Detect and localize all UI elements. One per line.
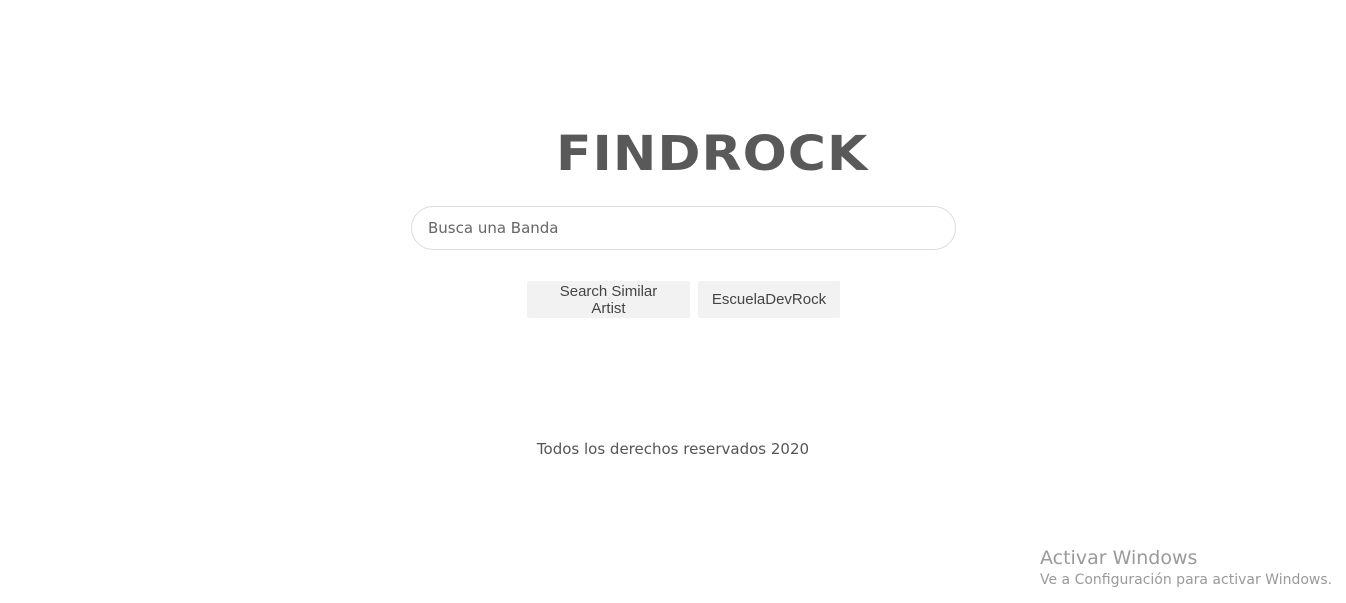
search-input[interactable] <box>428 219 939 237</box>
watermark-title: Activar Windows <box>1040 547 1198 569</box>
windows-activation-watermark: Activar Windows Ve a Configuración para … <box>1040 546 1332 590</box>
watermark-subtitle: Ve a Configuración para activar Windows. <box>1040 572 1333 588</box>
findrock-logo: FINDROCK <box>556 126 869 182</box>
escuela-dev-rock-button[interactable]: EscuelaDevRock <box>698 281 840 318</box>
search-similar-artist-button[interactable]: Search Similar Artist <box>527 281 690 318</box>
search-box[interactable] <box>411 206 956 250</box>
footer-copyright: Todos los derechos reservados 2020 <box>536 440 810 458</box>
